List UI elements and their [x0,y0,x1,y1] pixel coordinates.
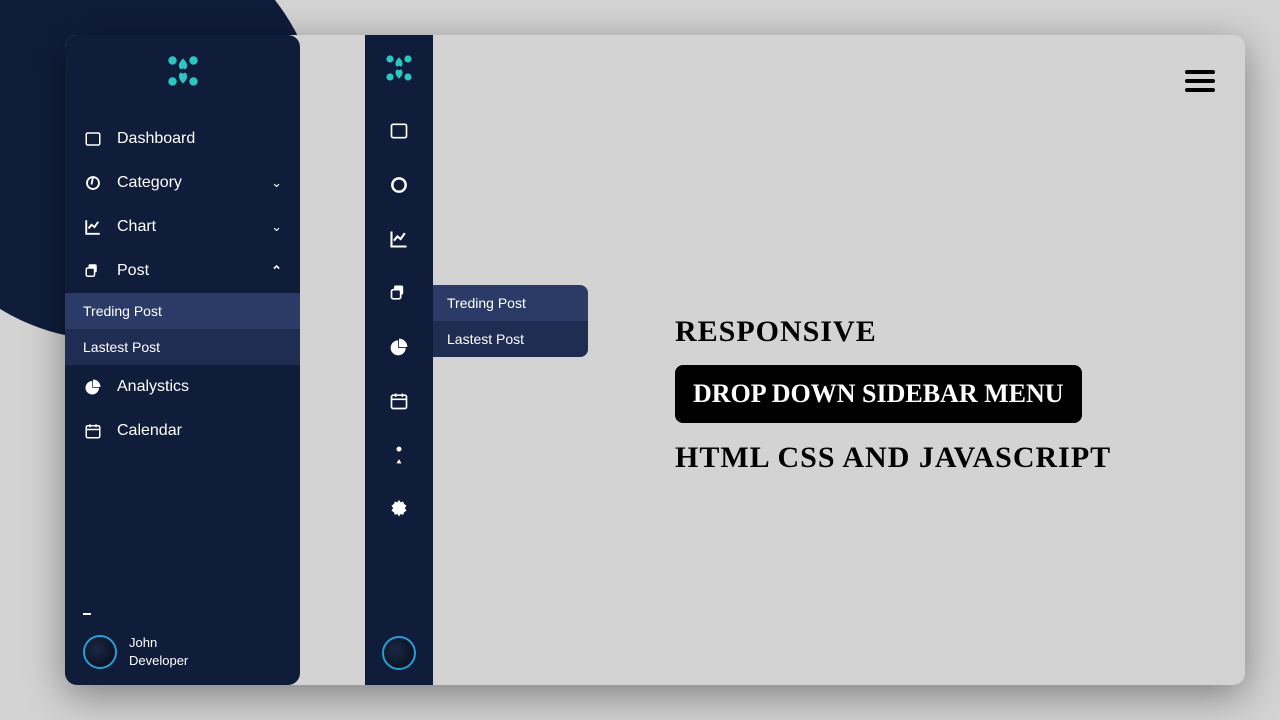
logo-expanded [65,50,300,97]
hero-line3: HTML CSS AND JAVASCRIPT [675,441,1111,475]
hero-line1: RESPONSIVE [675,315,1111,349]
mini-category[interactable] [379,165,419,205]
user-meta: John Developer [129,634,188,670]
sidebar-item-category[interactable]: Category ⌄ [65,161,300,205]
user-role: Developer [129,652,188,670]
dash-mark [83,613,91,615]
mini-chart[interactable] [379,219,419,259]
sidebar-item-chart[interactable]: Chart ⌄ [65,205,300,249]
flyout-trending[interactable]: Treding Post [433,285,588,321]
flyout-latest[interactable]: Lastest Post [433,321,588,357]
hero-line2: DROP DOWN SIDEBAR MENU [675,365,1082,423]
logo-collapsed [381,50,417,91]
mini-analytics[interactable] [379,327,419,367]
sidebar-item-label: Calendar [117,422,282,440]
post-icon [83,262,103,280]
analytics-icon [83,378,103,396]
mini-calendar[interactable] [379,381,419,421]
joomla-icon [381,50,417,86]
mini-settings[interactable] [379,489,419,529]
chart-icon [83,218,103,236]
calendar-icon [83,422,103,440]
dashboard-icon [83,130,103,148]
chevron-down-icon: ⌄ [271,175,282,191]
sidebar-item-label: Post [117,262,271,280]
avatar [83,635,117,669]
sidebar-item-analytics[interactable]: Analystics [65,365,300,409]
sidebar-item-label: Analystics [117,378,282,396]
mini-user[interactable] [379,435,419,475]
user-section[interactable]: John Developer [83,634,188,670]
mini-dashboard[interactable] [379,111,419,151]
chevron-up-icon: ⌃ [271,263,282,279]
sidebar-item-label: Category [117,174,271,192]
sidebar-sub-latest[interactable]: Lastest Post [65,329,300,365]
sidebar-item-label: Chart [117,218,271,236]
joomla-icon [162,50,204,92]
chevron-down-icon: ⌄ [271,219,282,235]
category-icon [83,174,103,192]
main-panel: Dashboard Category ⌄ Chart ⌄ Post ⌃ Tred… [65,35,1245,685]
hero-text: RESPONSIVE DROP DOWN SIDEBAR MENU HTML C… [675,315,1111,491]
sidebar-item-calendar[interactable]: Calendar [65,409,300,453]
sidebar-item-dashboard[interactable]: Dashboard [65,117,300,161]
user-name: John [129,634,188,652]
hamburger-icon[interactable] [1185,65,1215,97]
sidebar-collapsed [365,35,433,685]
sidebar-item-label: Dashboard [117,130,282,148]
sidebar-sub-trending[interactable]: Treding Post [65,293,300,329]
post-flyout: Treding Post Lastest Post [433,285,588,357]
mini-post[interactable] [379,273,419,313]
avatar-mini[interactable] [382,636,416,670]
sidebar-expanded: Dashboard Category ⌄ Chart ⌄ Post ⌃ Tred… [65,35,300,685]
sidebar-item-post[interactable]: Post ⌃ [65,249,300,293]
